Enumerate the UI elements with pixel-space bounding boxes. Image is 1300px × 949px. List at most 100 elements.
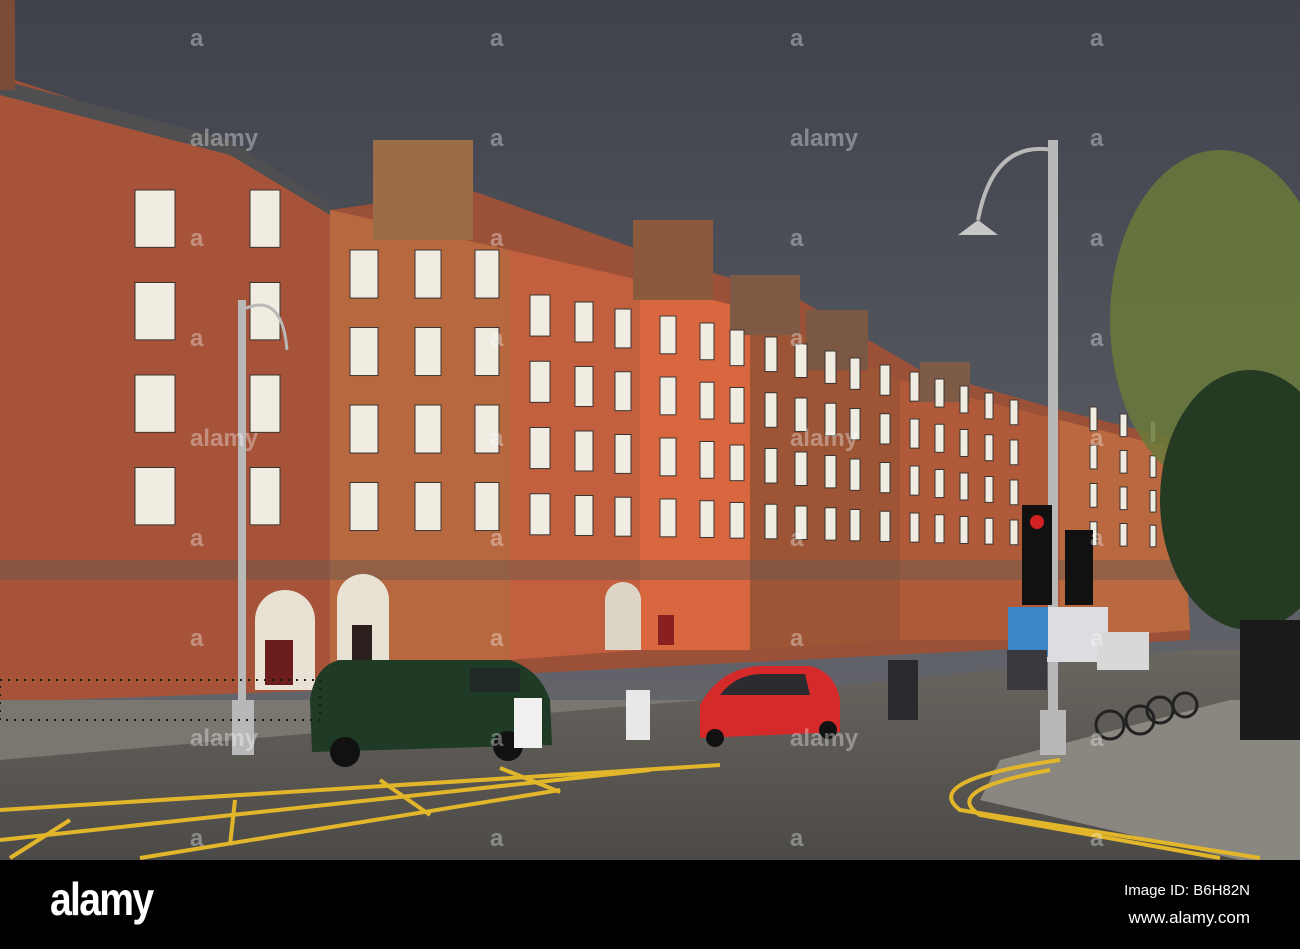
window xyxy=(529,427,551,470)
window xyxy=(959,385,969,414)
window xyxy=(764,503,778,540)
watermark: a xyxy=(790,25,804,52)
window xyxy=(729,329,745,367)
window xyxy=(1149,455,1157,478)
window xyxy=(879,413,891,445)
window xyxy=(699,322,715,361)
watermark: a xyxy=(1090,425,1104,452)
window xyxy=(934,469,945,499)
window xyxy=(474,249,500,299)
window xyxy=(529,360,551,403)
window xyxy=(614,496,632,537)
window xyxy=(1149,490,1157,513)
window xyxy=(1089,483,1098,508)
window xyxy=(249,189,281,248)
website-link[interactable]: www.alamy.com xyxy=(1128,908,1250,928)
watermark: alamy xyxy=(790,125,859,152)
window xyxy=(729,444,745,482)
window xyxy=(529,493,551,536)
alamy-logo: alamy xyxy=(50,873,154,925)
watermark: a xyxy=(1090,325,1104,352)
watermark: a xyxy=(490,125,504,152)
window xyxy=(909,371,920,402)
watermark: a xyxy=(490,625,504,652)
window xyxy=(849,458,861,491)
window xyxy=(1149,524,1157,548)
watermark: a xyxy=(190,625,204,652)
window xyxy=(1009,479,1019,506)
window xyxy=(764,448,778,484)
watermark: a xyxy=(490,25,504,52)
window xyxy=(729,387,745,424)
window xyxy=(934,423,945,453)
window xyxy=(574,495,594,536)
window xyxy=(414,249,442,299)
window xyxy=(134,282,176,341)
window xyxy=(934,378,945,408)
window xyxy=(659,376,677,416)
window xyxy=(849,357,861,390)
window xyxy=(849,509,861,542)
watermark: alamy xyxy=(190,425,259,452)
window xyxy=(909,512,920,543)
window xyxy=(614,308,632,349)
traffic-bollard xyxy=(626,690,650,740)
watermark: a xyxy=(790,525,804,552)
watermark: a xyxy=(790,325,804,352)
window xyxy=(764,392,778,428)
window xyxy=(574,366,594,407)
watermark: a xyxy=(1090,525,1104,552)
watermark: a xyxy=(490,325,504,352)
window xyxy=(824,350,837,384)
window xyxy=(1119,486,1128,511)
window xyxy=(729,502,745,539)
window xyxy=(699,381,715,420)
window xyxy=(414,404,442,454)
window xyxy=(879,364,891,396)
watermark: a xyxy=(790,625,804,652)
window xyxy=(699,441,715,479)
watermark: a xyxy=(1090,725,1104,752)
window xyxy=(984,517,994,545)
window xyxy=(529,294,551,337)
watermark: a xyxy=(490,725,504,752)
window xyxy=(474,482,500,532)
window xyxy=(1119,523,1128,547)
window xyxy=(614,371,632,412)
window xyxy=(134,374,176,433)
window xyxy=(794,451,808,486)
window xyxy=(984,392,994,420)
watermark: alamy xyxy=(190,125,259,152)
watermark: a xyxy=(190,225,204,252)
watermark: a xyxy=(490,425,504,452)
watermark: a xyxy=(790,225,804,252)
image-id: Image ID: B6H82N xyxy=(1124,882,1250,899)
window xyxy=(349,249,379,299)
window xyxy=(659,315,677,355)
window xyxy=(984,476,994,503)
window xyxy=(1119,413,1128,438)
window xyxy=(959,429,969,457)
traffic-bollard xyxy=(514,698,542,748)
window xyxy=(879,510,891,542)
watermark: a xyxy=(490,825,504,852)
footer-bar: alamy Image ID: B6H82N www.alamy.com xyxy=(0,860,1300,949)
window xyxy=(824,507,837,541)
window xyxy=(909,418,920,449)
window xyxy=(574,430,594,472)
watermark: a xyxy=(190,25,204,52)
window xyxy=(1009,439,1019,466)
window xyxy=(349,482,379,532)
watermark: alamy xyxy=(790,425,859,452)
watermark: a xyxy=(490,225,504,252)
watermark: a xyxy=(1090,825,1104,852)
watermark: a xyxy=(790,825,804,852)
window xyxy=(249,467,281,526)
window xyxy=(614,434,632,474)
window xyxy=(959,472,969,501)
window xyxy=(699,500,715,538)
window xyxy=(984,434,994,462)
window xyxy=(134,467,176,526)
watermark: alamy xyxy=(790,725,859,752)
window xyxy=(879,462,891,494)
